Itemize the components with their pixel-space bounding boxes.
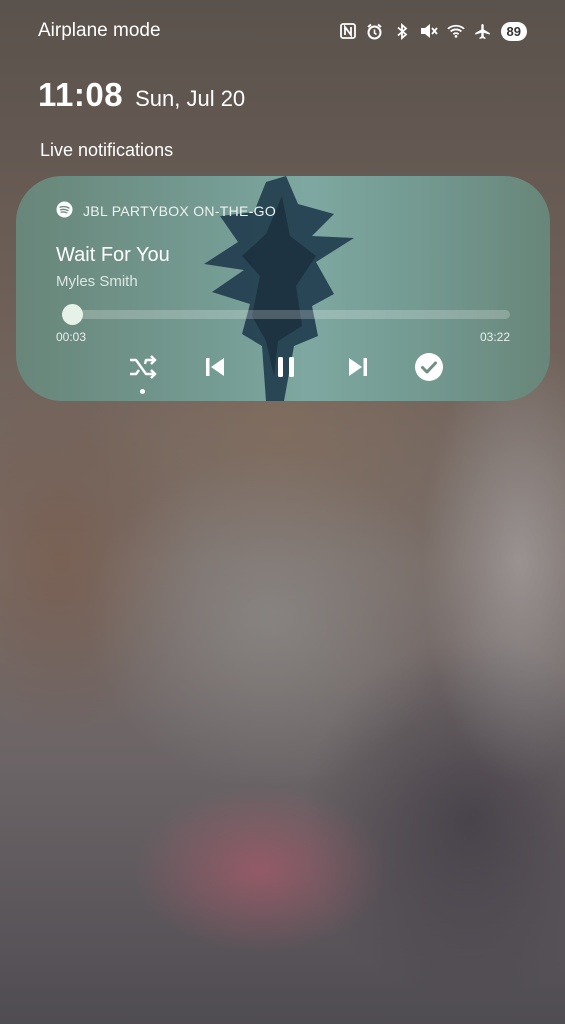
playback-controls: [126, 352, 446, 394]
seek-bar[interactable]: [61, 304, 510, 325]
media-source-row: JBL PARTYBOX ON-THE-GO: [56, 201, 276, 221]
next-icon: [347, 356, 369, 383]
elapsed-time: 00:03: [56, 330, 87, 344]
shuffle-active-indicator: [140, 389, 145, 394]
clock: 11:08 Sun, Jul 20: [38, 76, 245, 114]
spotify-icon: [56, 201, 73, 221]
previous-icon: [204, 356, 226, 383]
pause-button[interactable]: [269, 352, 303, 386]
status-bar: Airplane mode 89: [38, 18, 527, 44]
next-button[interactable]: [341, 352, 375, 386]
status-icons: 89: [339, 21, 527, 41]
output-device-label: JBL PARTYBOX ON-THE-GO: [83, 203, 277, 219]
nfc-icon: [339, 22, 357, 40]
airplane-mode-label: Airplane mode: [38, 20, 161, 41]
clock-time: 11:08: [38, 76, 124, 113]
total-duration: 03:22: [479, 330, 510, 344]
battery-indicator: 89: [500, 21, 527, 41]
song-title: Wait For You: [56, 244, 170, 266]
previous-button[interactable]: [198, 352, 232, 386]
shuffle-icon: [128, 354, 158, 385]
seek-thumb[interactable]: [61, 304, 83, 325]
artist-name: Myles Smith: [56, 273, 138, 290]
shuffle-button[interactable]: [126, 352, 160, 394]
clock-date: Sun, Jul 20: [135, 86, 246, 111]
wifi-icon: [446, 22, 465, 40]
bluetooth-icon: [393, 22, 411, 40]
check-icon: [414, 352, 444, 387]
pause-icon: [275, 355, 297, 384]
mute-icon: [420, 22, 438, 40]
save-to-library-button[interactable]: [412, 352, 446, 386]
live-notifications-heading: Live notifications: [40, 140, 174, 160]
alarm-icon: [366, 22, 384, 40]
media-notification-card[interactable]: JBL PARTYBOX ON-THE-GO Wait For You Myle…: [16, 176, 550, 401]
airplane-icon: [474, 22, 492, 40]
